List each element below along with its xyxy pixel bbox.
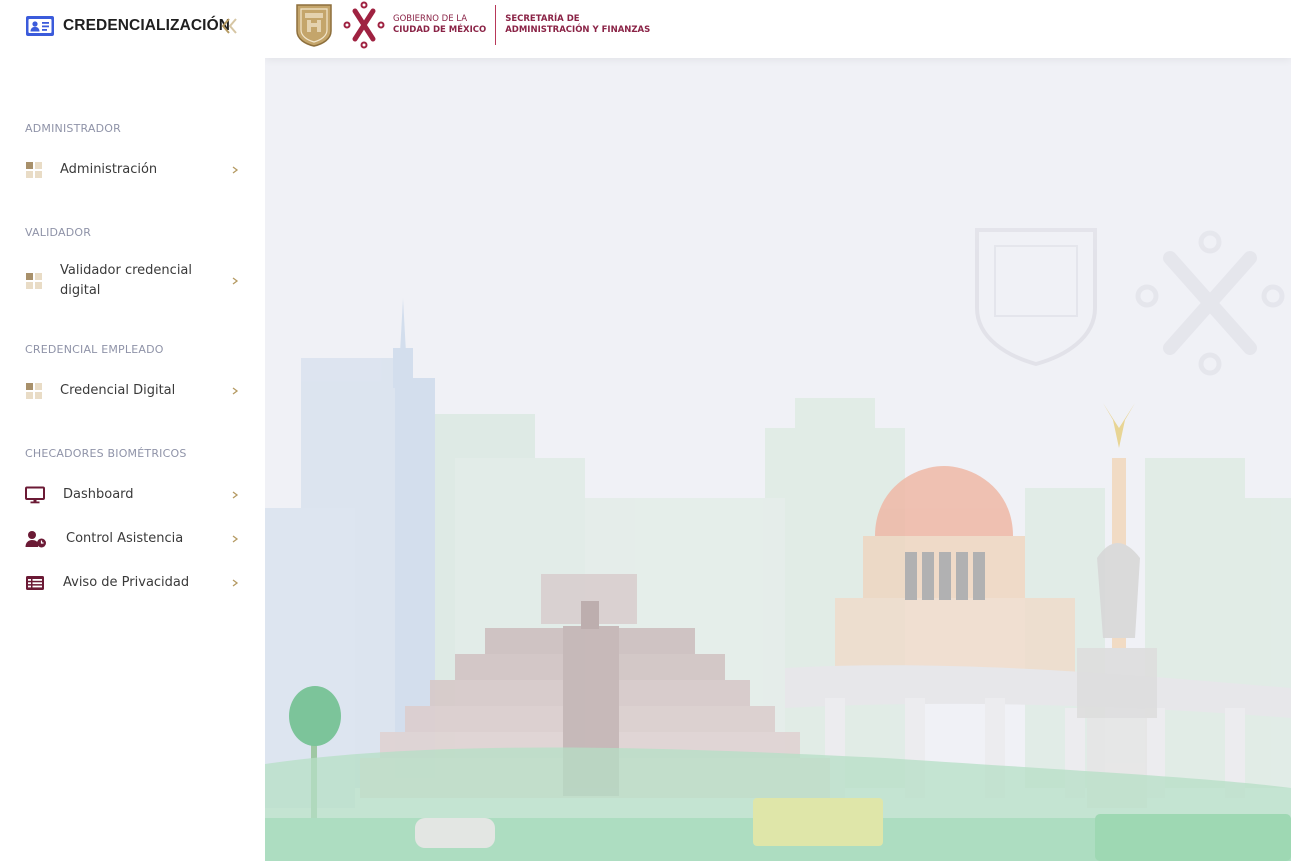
list-icon [26, 576, 44, 590]
cdmx-logo-icon [343, 1, 385, 49]
chevron-right-icon [232, 166, 239, 174]
user-clock-icon [25, 531, 46, 548]
sidebar-item-validador-credencial[interactable]: Validador credencial digital [25, 261, 245, 301]
sidebar-item-administracion[interactable]: Administración [25, 160, 245, 180]
sidebar-item-aviso-privacidad[interactable]: Aviso de Privacidad [25, 573, 245, 593]
grid-icon [26, 162, 42, 178]
gov-line-1: GOBIERNO DE LA [393, 14, 468, 24]
sidebar-item-control-asistencia[interactable]: Control Asistencia [25, 529, 245, 549]
section-title-credencial-empleado: CREDENCIAL EMPLEADO [25, 343, 164, 356]
main-content [265, 58, 1291, 861]
government-logos: GOBIERNO DE LA CIUDAD DE MÉXICO SECRETAR… [295, 1, 650, 49]
secretaria-label: SECRETARÍA DE ADMINISTRACIÓN Y FINANZAS [505, 14, 650, 36]
sidebar-item-label: Administración [60, 162, 158, 177]
gobierno-cdmx-label: GOBIERNO DE LA CIUDAD DE MÉXICO [393, 14, 486, 36]
sec-line-1: SECRETARÍA DE [505, 14, 580, 24]
brand: CREDENCIALIZACIÓN [25, 14, 230, 38]
sidebar-item-label: Dashboard [63, 487, 134, 502]
grid-icon [26, 273, 42, 289]
sidebar-item-label: Validador credencial digital [60, 263, 193, 298]
top-header: GOBIERNO DE LA CIUDAD DE MÉXICO SECRETAR… [265, 0, 1291, 58]
gov-line-2: CIUDAD DE MÉXICO [393, 25, 487, 35]
section-title-administrador: ADMINISTRADOR [25, 122, 121, 135]
grid-icon [26, 383, 42, 399]
double-chevron-left-icon[interactable] [219, 16, 241, 36]
app-title: CREDENCIALIZACIÓN [63, 17, 231, 34]
sidebar-item-label: Credencial Digital [60, 383, 176, 398]
chevron-right-icon [232, 535, 239, 543]
section-title-checadores-biometricos: CHECADORES BIOMÉTRICOS [25, 447, 187, 460]
sidebar: CREDENCIALIZACIÓN ADMINISTRADOR Administ… [0, 0, 265, 861]
sec-line-2: ADMINISTRACIÓN Y FINANZAS [505, 25, 651, 35]
header-divider [495, 5, 497, 45]
sidebar-item-label: Aviso de Privacidad [63, 575, 190, 590]
sidebar-item-credencial-digital[interactable]: Credencial Digital [25, 381, 245, 401]
monitor-icon [25, 486, 45, 504]
id-card-icon [26, 16, 54, 36]
chevron-right-icon [232, 387, 239, 395]
cdmx-skyline-illustration [265, 58, 1291, 861]
section-title-validador: VALIDADOR [25, 226, 92, 239]
chevron-right-icon [232, 491, 239, 499]
chevron-right-icon [232, 579, 239, 587]
sidebar-item-dashboard[interactable]: Dashboard [25, 485, 245, 505]
chevron-right-icon [232, 277, 239, 285]
cdmx-coat-of-arms-icon [296, 4, 332, 47]
sidebar-item-label: Control Asistencia [66, 531, 184, 546]
